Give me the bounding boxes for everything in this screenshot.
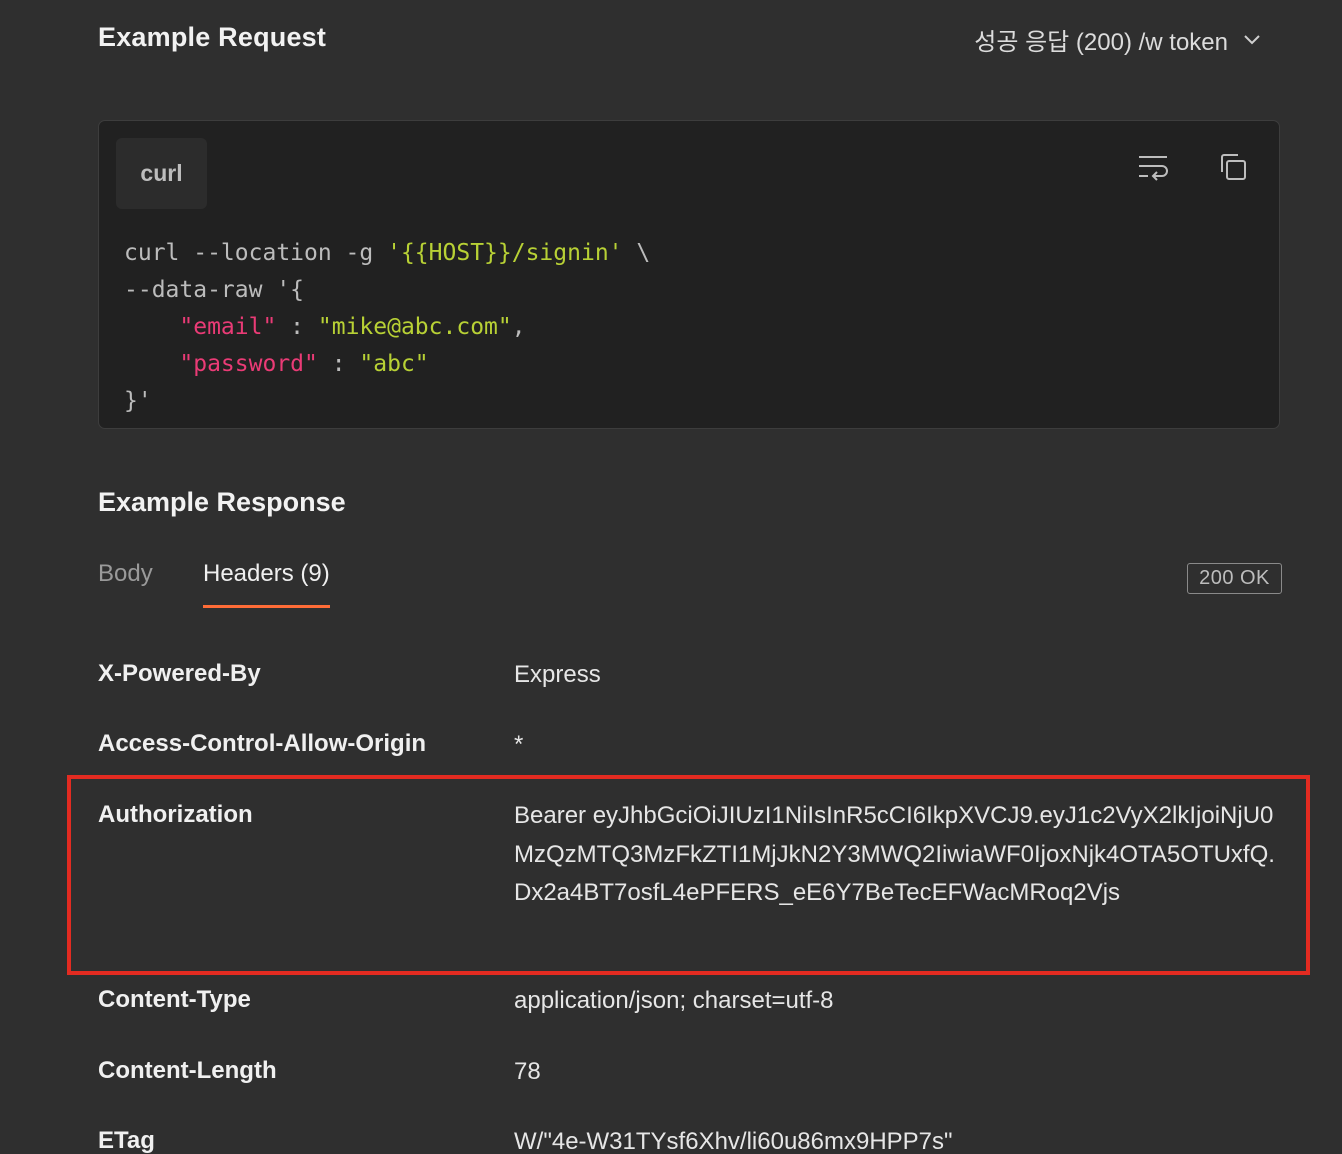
header-value: application/json; charset=utf-8 bbox=[514, 987, 834, 1014]
code-token: : bbox=[317, 351, 360, 377]
code-token: "abc" bbox=[359, 351, 429, 377]
code-line: curl --location -g '{{HOST}}/signin' \ bbox=[124, 235, 650, 272]
header-value: Express bbox=[514, 661, 601, 688]
code-token: --data-raw '{ bbox=[124, 277, 305, 303]
header-key: Authorization bbox=[98, 801, 253, 828]
code-line: }' bbox=[124, 383, 650, 420]
example-selector[interactable]: 성공 응답 (200) /w token bbox=[974, 22, 1262, 56]
example-panel: Example Request 성공 응답 (200) /w token cur… bbox=[0, 0, 1342, 1154]
code-line: "password" : "abc" bbox=[124, 346, 650, 383]
code-token: "mike@abc.com" bbox=[317, 314, 512, 340]
header-key: Content-Length bbox=[98, 1057, 277, 1084]
copy-button[interactable] bbox=[1215, 151, 1251, 187]
header-key: X-Powered-By bbox=[98, 660, 261, 687]
header-key: Content-Type bbox=[98, 986, 251, 1013]
code-token: \ bbox=[622, 240, 651, 266]
code-line: --data-raw '{ bbox=[124, 272, 650, 309]
code-token: , bbox=[511, 314, 526, 340]
chevron-down-icon bbox=[1242, 29, 1262, 49]
wrap-lines-button[interactable] bbox=[1135, 151, 1171, 187]
header-value: * bbox=[514, 731, 524, 758]
code-token: "email" bbox=[179, 314, 277, 340]
code-token: curl --location -g bbox=[124, 240, 388, 266]
code-token: "password" bbox=[179, 351, 318, 377]
example-request-title: Example Request bbox=[98, 22, 327, 52]
code-line: "email" : "mike@abc.com", bbox=[124, 309, 650, 346]
code-token: : bbox=[276, 314, 318, 340]
code-snippet: curl --location -g '{{HOST}}/signin' \ --… bbox=[124, 235, 650, 420]
header-value: 78 bbox=[514, 1058, 541, 1085]
tab-headers[interactable]: Headers (9) bbox=[203, 560, 330, 608]
example-response-title: Example Response bbox=[98, 487, 346, 517]
header-value: W/"4e-W31TYsf6Xhv/li60u86mx9HPP7s" bbox=[514, 1128, 953, 1154]
wrap-lines-icon bbox=[1137, 152, 1169, 187]
language-tab-curl[interactable]: curl bbox=[116, 138, 207, 209]
code-block: curl curl --location -g '{{HOST}}/signin… bbox=[98, 120, 1280, 429]
status-badge: 200 OK bbox=[1187, 563, 1282, 594]
example-selector-label: 성공 응답 (200) /w token bbox=[974, 28, 1228, 56]
header-key: ETag bbox=[98, 1127, 155, 1154]
code-token: '{{HOST}}/signin' bbox=[387, 240, 623, 266]
header-key: Access-Control-Allow-Origin bbox=[98, 730, 427, 757]
tab-body[interactable]: Body bbox=[98, 560, 153, 608]
code-token: }' bbox=[124, 388, 152, 414]
copy-icon bbox=[1217, 151, 1249, 188]
header-value-authorization: Bearer eyJhbGciOiJIUzI1NiIsInR5cCI6IkpXV… bbox=[514, 802, 1275, 906]
